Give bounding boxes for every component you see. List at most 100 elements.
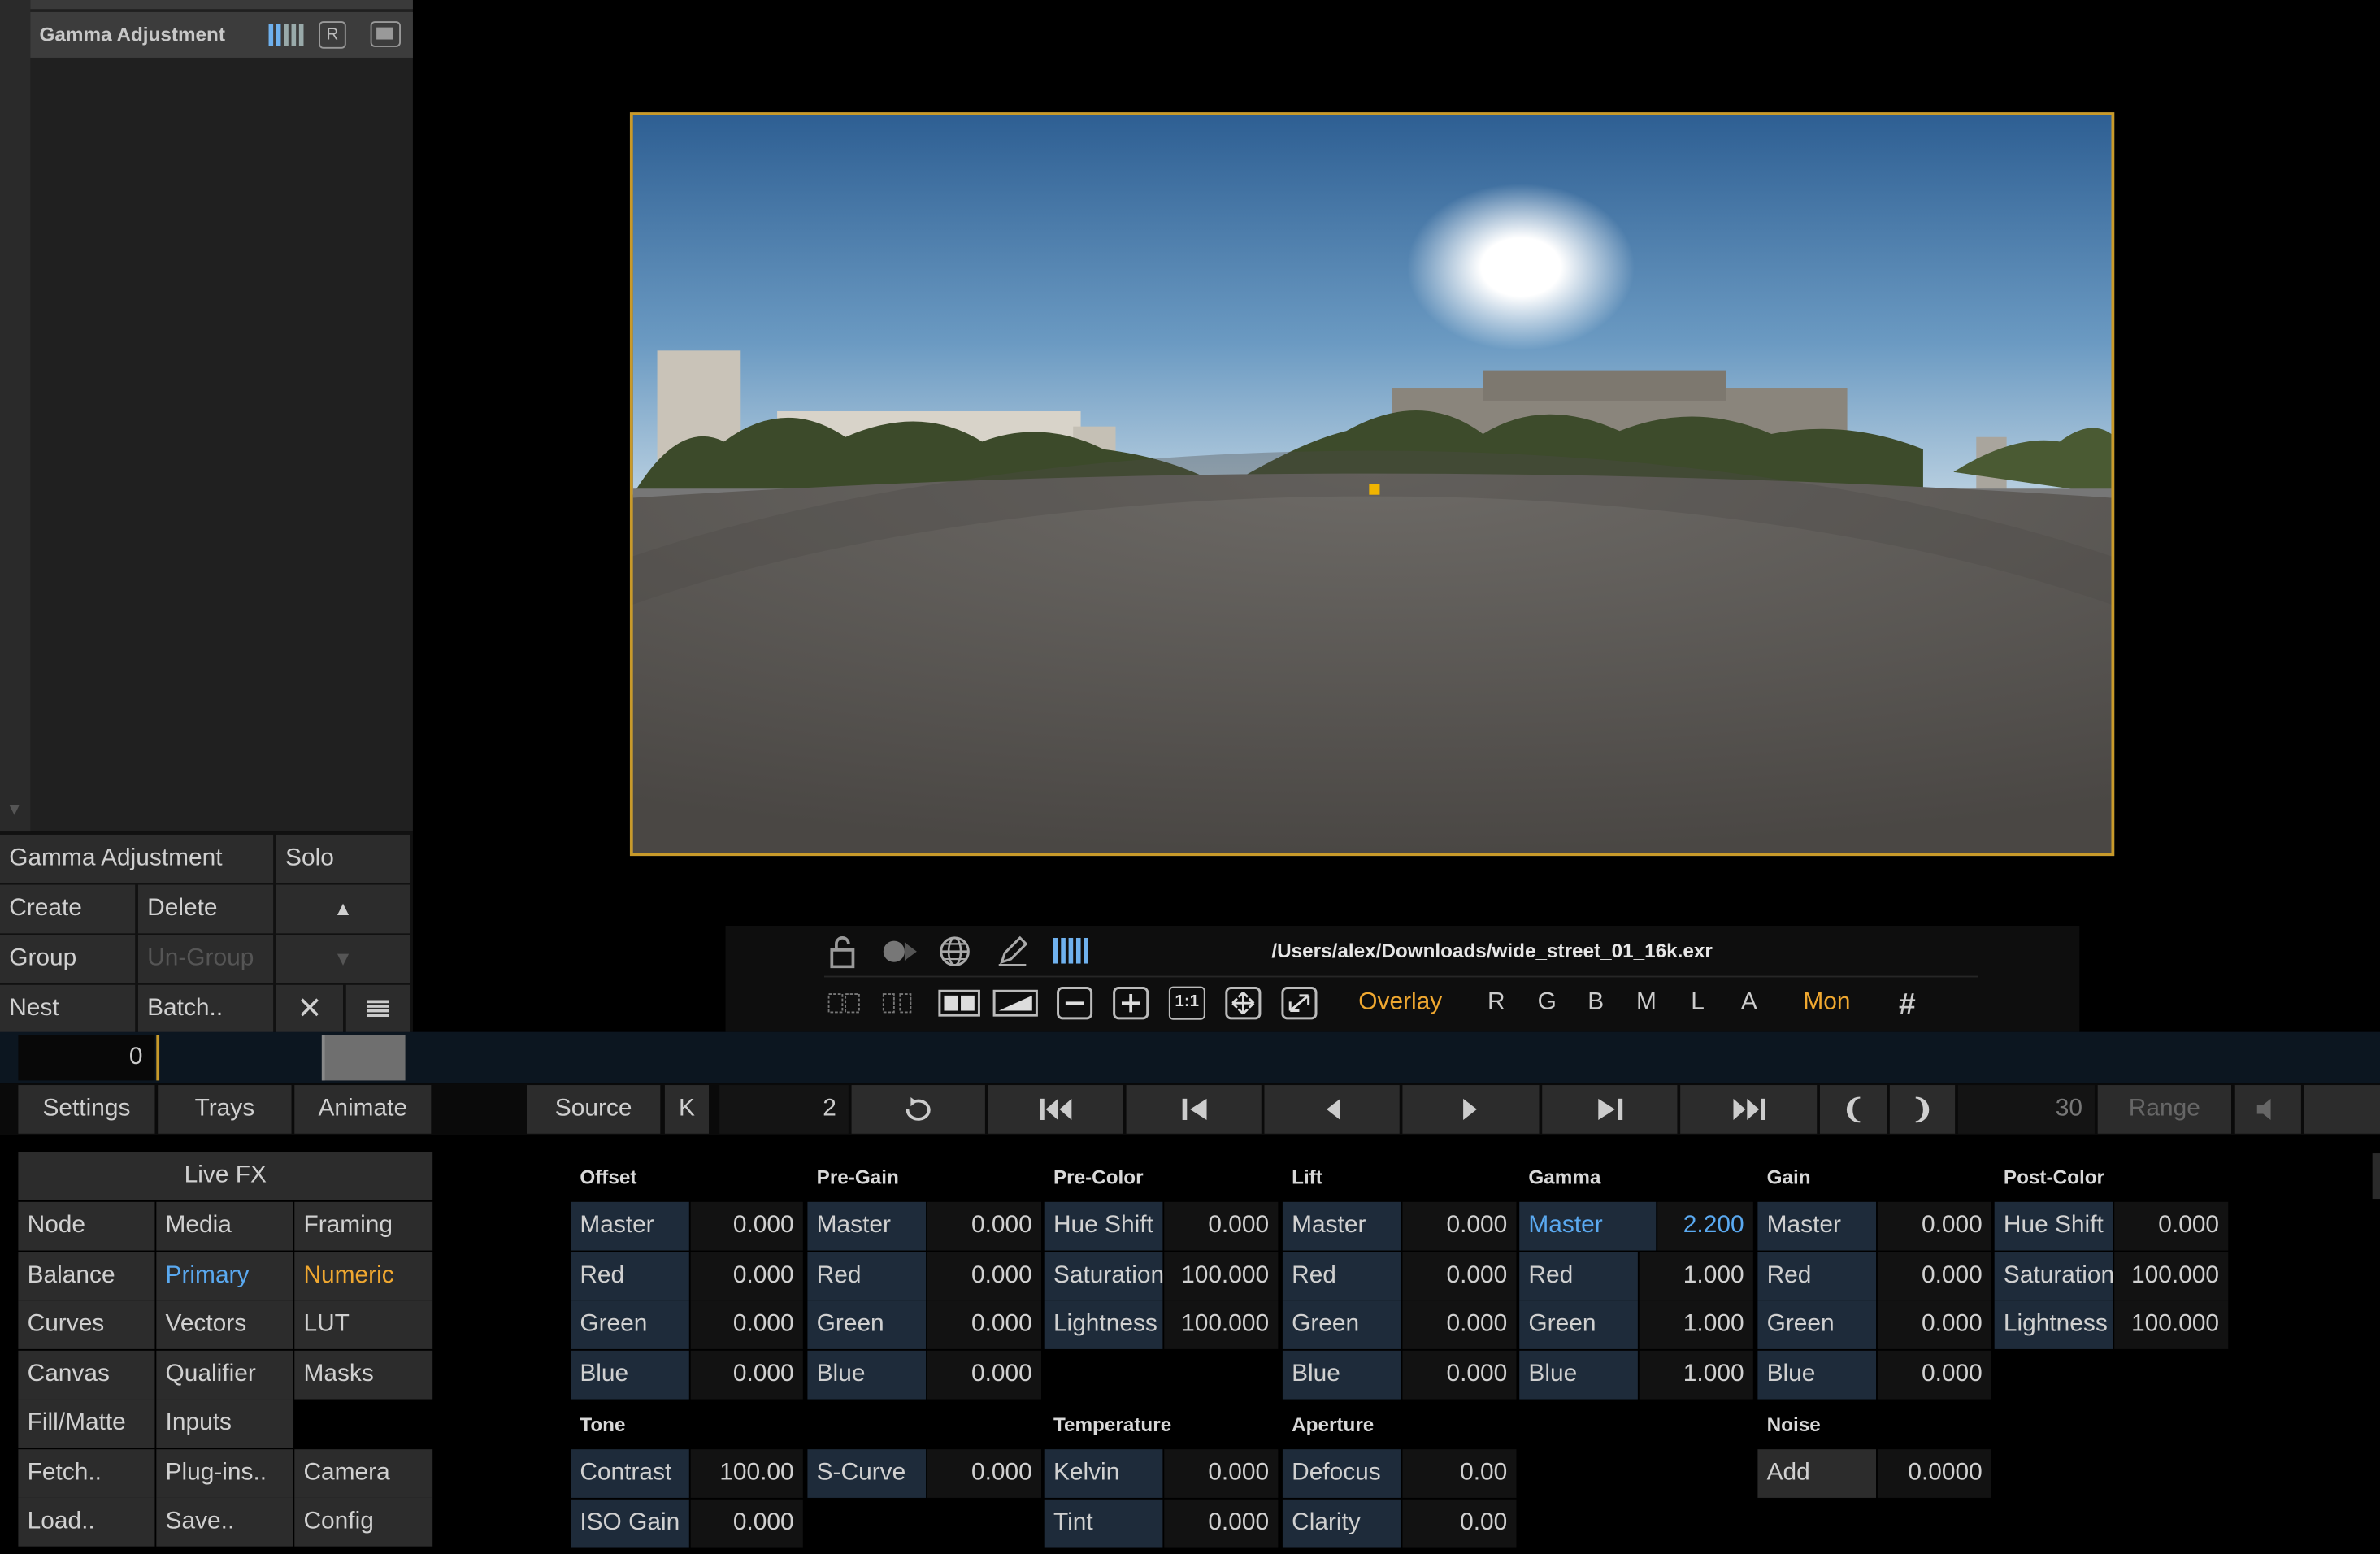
group-button[interactable]: Group xyxy=(0,935,136,983)
record-icon[interactable] xyxy=(882,938,919,973)
viewer-image[interactable] xyxy=(629,112,2115,857)
gain-red-value[interactable]: 0.000 xyxy=(1877,1252,1991,1301)
create-button[interactable]: Create xyxy=(0,884,136,934)
lift-red-value[interactable]: 0.000 xyxy=(1402,1252,1517,1301)
channel-b-button[interactable]: B xyxy=(1587,989,1604,1017)
offset-master-value[interactable]: 0.000 xyxy=(690,1201,803,1251)
gamma-red-value[interactable]: 1.000 xyxy=(1639,1252,1753,1301)
postcolor-hueshift-value[interactable]: 0.000 xyxy=(2114,1201,2229,1251)
postcolor-saturation-value[interactable]: 100.000 xyxy=(2114,1252,2229,1301)
offset-red-value[interactable]: 0.000 xyxy=(690,1252,803,1301)
pencil-icon[interactable] xyxy=(996,935,1029,975)
range-button[interactable]: Range xyxy=(2097,1085,2231,1134)
temperature-kelvin-value[interactable]: 0.000 xyxy=(1164,1449,1279,1498)
layer-visibility-icon[interactable] xyxy=(370,21,401,47)
channel-m-button[interactable]: M xyxy=(1636,989,1657,1017)
ungroup-button[interactable]: Un-Group xyxy=(137,935,274,983)
levels-icon[interactable] xyxy=(268,24,306,46)
postcolor-lightness-value[interactable]: 100.000 xyxy=(2114,1300,2229,1349)
timeline-playhead[interactable] xyxy=(156,1035,160,1081)
gamma-blue-value[interactable]: 1.000 xyxy=(1639,1350,1753,1400)
r-badge-icon[interactable]: R xyxy=(319,21,346,49)
lift-blue-value[interactable]: 0.000 xyxy=(1402,1350,1517,1400)
gain-master-value[interactable]: 0.000 xyxy=(1877,1201,1991,1251)
tone-scurve-value[interactable]: 0.000 xyxy=(927,1449,1041,1498)
channel-l-button[interactable]: L xyxy=(1691,989,1705,1017)
end-frame-field[interactable]: 30 xyxy=(1957,1085,2095,1134)
gain-green-value[interactable]: 0.000 xyxy=(1877,1300,1991,1349)
settings-tab[interactable]: Settings xyxy=(18,1085,155,1134)
trays-tab[interactable]: Trays xyxy=(158,1085,292,1134)
gain-green-label: Green xyxy=(1757,1300,1877,1349)
pregain-master-value[interactable]: 0.000 xyxy=(927,1201,1041,1251)
frame-field[interactable]: 2 xyxy=(719,1085,849,1134)
lock-icon[interactable] xyxy=(827,935,858,975)
channel-g-button[interactable]: G xyxy=(1538,989,1557,1017)
move-up-button[interactable]: ▲ xyxy=(276,884,410,934)
mark-in-icon[interactable]: ❨ xyxy=(1819,1085,1887,1134)
overlay-button[interactable]: Overlay xyxy=(1358,989,1442,1017)
scroll-down-icon[interactable]: ▼ xyxy=(6,801,22,819)
go-to-end-icon[interactable] xyxy=(1680,1085,1818,1134)
solo-button[interactable]: Solo xyxy=(276,834,410,883)
tone-isogain-value[interactable]: 0.000 xyxy=(690,1499,803,1548)
globe-icon[interactable] xyxy=(938,935,971,975)
split-view-b-icon[interactable] xyxy=(880,991,914,1022)
keyframe-button[interactable]: K xyxy=(664,1085,710,1134)
fit-icon[interactable] xyxy=(1225,987,1262,1027)
next-keyframe-icon[interactable] xyxy=(1542,1085,1678,1134)
audio-icon[interactable] xyxy=(2234,1085,2301,1134)
pregain-blue-value[interactable]: 0.000 xyxy=(927,1350,1041,1400)
layer-list-scrollbar[interactable] xyxy=(0,0,31,832)
timeline-range-handle[interactable] xyxy=(321,1035,406,1081)
tone-contrast-value[interactable]: 100.00 xyxy=(690,1449,803,1498)
lift-green-value[interactable]: 0.000 xyxy=(1402,1300,1517,1349)
noise-add-value[interactable]: 0.0000 xyxy=(1877,1449,1991,1498)
layer-name-field[interactable]: Gamma Adjustment xyxy=(0,834,274,883)
precolor-saturation-value[interactable]: 100.000 xyxy=(1164,1252,1279,1301)
gamma-master-value[interactable]: 2.200 xyxy=(1657,1201,1753,1251)
animate-tab[interactable]: Animate xyxy=(294,1085,432,1134)
offset-green-value[interactable]: 0.000 xyxy=(690,1300,803,1349)
split-view-a-icon[interactable] xyxy=(827,991,861,1022)
levels-icon[interactable] xyxy=(1053,937,1090,971)
mon-button[interactable]: Mon xyxy=(1803,989,1850,1017)
wipe-icon[interactable] xyxy=(992,989,1038,1024)
aperture-clarity-value[interactable]: 0.00 xyxy=(1402,1499,1517,1548)
batch-button[interactable]: Batch.. xyxy=(137,984,274,1034)
source-button[interactable]: Source xyxy=(526,1085,661,1134)
step-back-icon[interactable] xyxy=(1264,1085,1400,1134)
aperture-defocus-value[interactable]: 0.00 xyxy=(1402,1449,1517,1498)
lift-master-value[interactable]: 0.000 xyxy=(1402,1201,1517,1251)
gamma-green-value[interactable]: 1.000 xyxy=(1639,1300,1753,1349)
grid-icon[interactable]: # xyxy=(1899,988,1916,1023)
channel-r-button[interactable]: R xyxy=(1488,989,1505,1017)
menu-icon[interactable] xyxy=(345,984,410,1034)
temperature-tint-value[interactable]: 0.000 xyxy=(1164,1499,1279,1548)
panel-scroll-indicator[interactable] xyxy=(2372,1153,2380,1200)
close-icon[interactable]: ✕ xyxy=(276,984,344,1034)
pregain-green-value[interactable]: 0.000 xyxy=(927,1300,1041,1349)
nest-button[interactable]: Nest xyxy=(0,984,136,1034)
layer-row-gamma-adjustment[interactable]: Gamma Adjustment R xyxy=(30,11,413,58)
timeline[interactable]: 0 xyxy=(0,1031,2380,1084)
mark-out-icon[interactable]: ❩ xyxy=(1889,1085,1956,1134)
prev-keyframe-icon[interactable] xyxy=(1126,1085,1262,1134)
channel-a-button[interactable]: A xyxy=(1741,989,1757,1017)
play-icon[interactable] xyxy=(1402,1085,1540,1134)
compare-icon[interactable] xyxy=(938,989,980,1024)
zoom-1-1-button[interactable]: 1:1 xyxy=(1168,986,1205,1020)
pregain-red-value[interactable]: 0.000 xyxy=(927,1252,1041,1301)
move-down-button[interactable]: ▼ xyxy=(276,935,410,983)
precolor-hueshift-value[interactable]: 0.000 xyxy=(1164,1201,1279,1251)
current-frame-field[interactable]: 0 xyxy=(18,1035,155,1081)
zoom-out-icon[interactable] xyxy=(1057,987,1093,1027)
gain-blue-value[interactable]: 0.000 xyxy=(1877,1350,1991,1400)
offset-blue-value[interactable]: 0.000 xyxy=(690,1350,803,1400)
go-to-start-icon[interactable] xyxy=(988,1085,1123,1134)
zoom-in-icon[interactable] xyxy=(1113,987,1149,1027)
fullscreen-icon[interactable] xyxy=(1281,987,1318,1027)
precolor-lightness-value[interactable]: 100.000 xyxy=(1164,1300,1279,1349)
delete-button[interactable]: Delete xyxy=(137,884,274,934)
loop-icon[interactable] xyxy=(851,1085,985,1134)
